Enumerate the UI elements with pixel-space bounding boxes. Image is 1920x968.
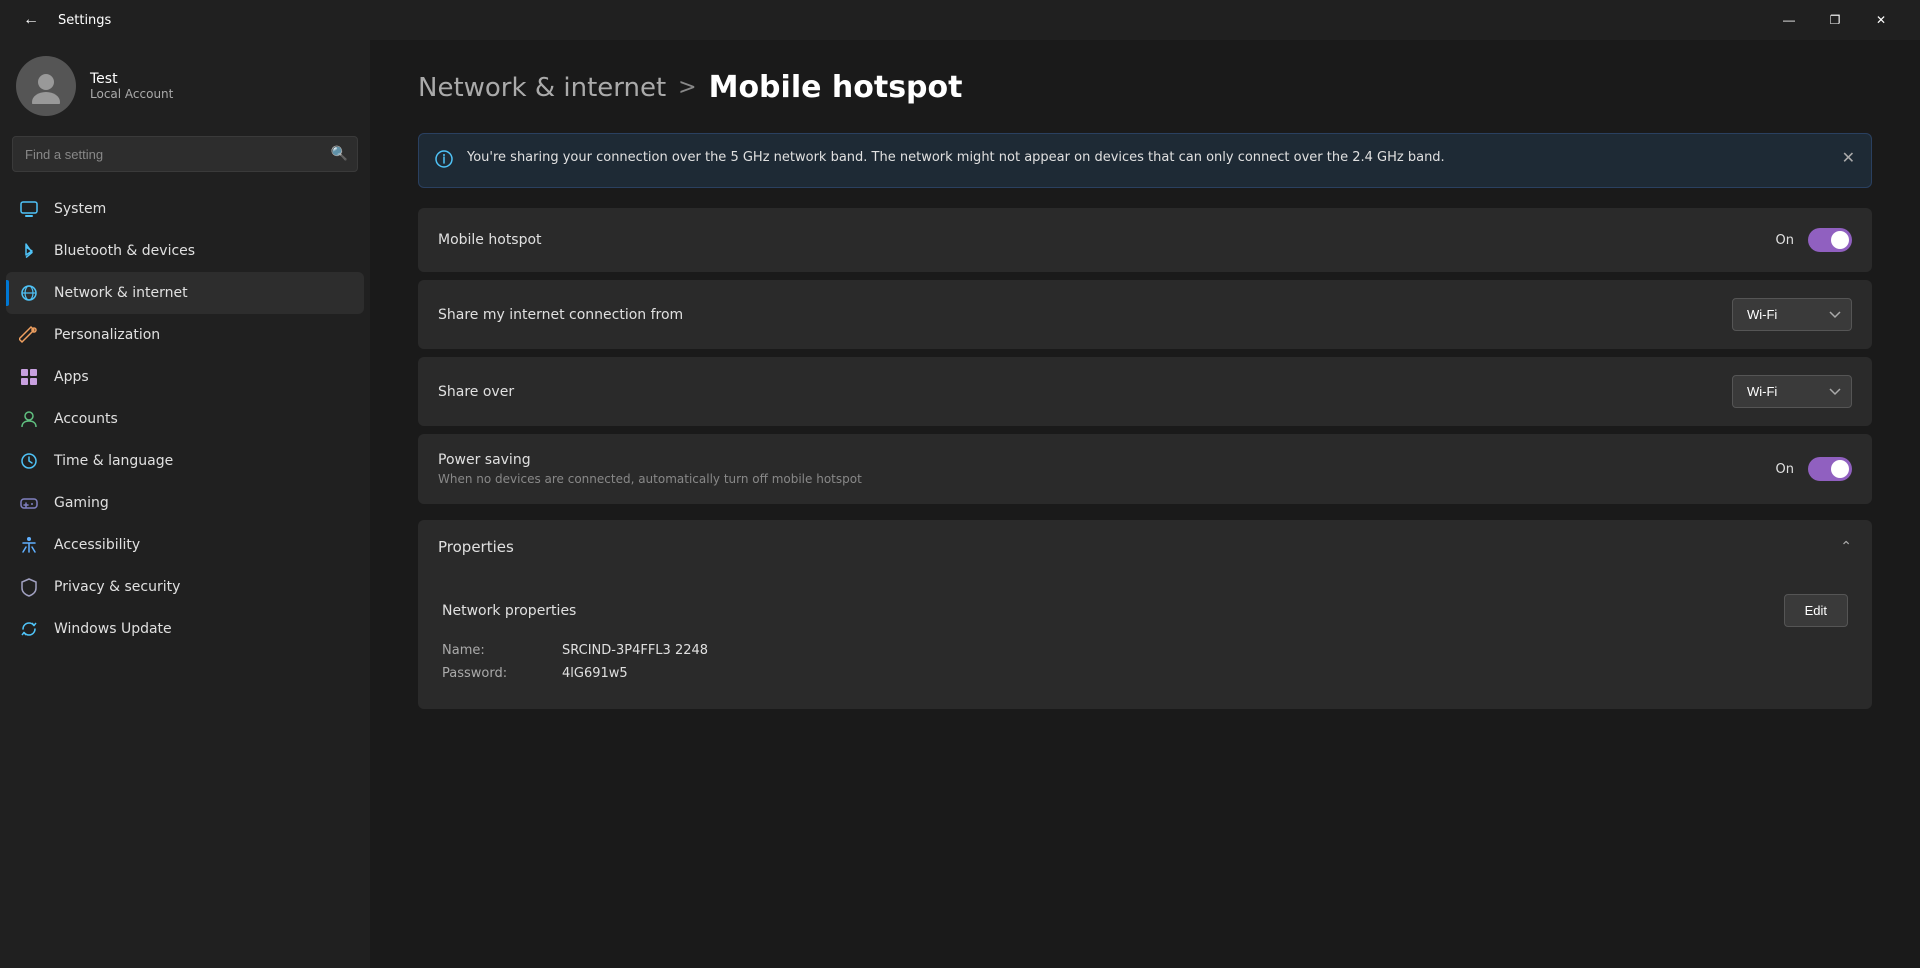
title-bar: ← Settings — ❐ ✕: [0, 0, 1920, 40]
time-icon: [18, 450, 40, 472]
sidebar-label-personalization: Personalization: [54, 327, 160, 343]
power-saving-right: On: [1776, 457, 1852, 481]
sidebar-label-apps: Apps: [54, 369, 89, 385]
share-from-dropdown[interactable]: Wi-Fi Ethernet: [1732, 298, 1852, 331]
title-bar-left: ← Settings: [16, 5, 1766, 35]
sidebar-label-bluetooth: Bluetooth & devices: [54, 243, 195, 259]
breadcrumb: Network & internet > Mobile hotspot: [418, 70, 1872, 105]
sidebar-item-network[interactable]: Network & internet: [6, 272, 364, 314]
password-label: Password:: [442, 666, 562, 681]
power-saving-toggle[interactable]: [1808, 457, 1852, 481]
main-layout: Test Local Account 🔍 System: [0, 40, 1920, 968]
accessibility-icon: [18, 534, 40, 556]
settings-window: ← Settings — ❐ ✕ Test Local Account: [0, 0, 1920, 968]
alert-text: You're sharing your connection over the …: [467, 148, 1445, 168]
power-saving-sub: When no devices are connected, automatic…: [438, 472, 862, 486]
power-saving-label: Power saving: [438, 452, 862, 468]
sidebar-item-system[interactable]: System: [6, 188, 364, 230]
alert-icon: [435, 150, 453, 173]
edit-button[interactable]: Edit: [1784, 594, 1848, 627]
share-from-label: Share my internet connection from: [438, 307, 683, 323]
power-saving-info: Power saving When no devices are connect…: [438, 452, 862, 486]
sidebar: Test Local Account 🔍 System: [0, 40, 370, 968]
user-info: Test Local Account: [90, 71, 173, 101]
name-value: SRCIND-3P4FFL3 2248: [562, 643, 708, 658]
minimize-button[interactable]: —: [1766, 4, 1812, 36]
share-from-right: Wi-Fi Ethernet: [1732, 298, 1852, 331]
network-properties-label: Network properties: [442, 603, 576, 619]
system-icon: [18, 198, 40, 220]
sidebar-item-accounts[interactable]: Accounts: [6, 398, 364, 440]
share-over-label: Share over: [438, 384, 514, 400]
properties-content: Network properties Edit Name: SRCIND-3P4…: [418, 574, 1872, 709]
sidebar-label-gaming: Gaming: [54, 495, 109, 511]
sidebar-label-update: Windows Update: [54, 621, 172, 637]
bluetooth-icon: [18, 240, 40, 262]
user-section[interactable]: Test Local Account: [0, 40, 370, 136]
avatar: [16, 56, 76, 116]
content-area: Network & internet > Mobile hotspot You'…: [370, 40, 1920, 968]
power-saving-row: Power saving When no devices are connect…: [418, 434, 1872, 504]
window-controls: — ❐ ✕: [1766, 4, 1904, 36]
properties-title: Properties: [438, 538, 514, 556]
sidebar-label-privacy: Privacy & security: [54, 579, 180, 595]
sidebar-item-bluetooth[interactable]: Bluetooth & devices: [6, 230, 364, 272]
sidebar-label-time: Time & language: [54, 453, 173, 469]
update-icon: [18, 618, 40, 640]
accounts-icon: [18, 408, 40, 430]
sidebar-label-network: Network & internet: [54, 285, 188, 301]
power-saving-state: On: [1776, 462, 1794, 477]
app-title: Settings: [58, 13, 111, 28]
sidebar-label-system: System: [54, 201, 106, 217]
name-prop-row: Name: SRCIND-3P4FFL3 2248: [442, 643, 1848, 658]
share-over-row: Share over Wi-Fi Bluetooth: [418, 357, 1872, 426]
nav-list: System Bluetooth & devices: [0, 188, 370, 952]
mobile-hotspot-toggle[interactable]: [1808, 228, 1852, 252]
back-button[interactable]: ←: [16, 5, 46, 35]
sidebar-item-accessibility[interactable]: Accessibility: [6, 524, 364, 566]
user-name: Test: [90, 71, 173, 87]
gaming-icon: [18, 492, 40, 514]
alert-banner: You're sharing your connection over the …: [418, 133, 1872, 188]
network-props-row: Network properties Edit: [442, 594, 1848, 627]
mobile-hotspot-row: Mobile hotspot On: [418, 208, 1872, 272]
page-title: Mobile hotspot: [709, 70, 963, 105]
search-icon: 🔍: [331, 146, 348, 162]
sidebar-item-gaming[interactable]: Gaming: [6, 482, 364, 524]
sidebar-item-apps[interactable]: Apps: [6, 356, 364, 398]
sidebar-label-accessibility: Accessibility: [54, 537, 140, 553]
sidebar-label-accounts: Accounts: [54, 411, 118, 427]
close-button[interactable]: ✕: [1858, 4, 1904, 36]
maximize-button[interactable]: ❐: [1812, 4, 1858, 36]
share-over-right: Wi-Fi Bluetooth: [1732, 375, 1852, 408]
share-over-dropdown[interactable]: Wi-Fi Bluetooth: [1732, 375, 1852, 408]
user-account-type: Local Account: [90, 87, 173, 101]
sidebar-item-update[interactable]: Windows Update: [6, 608, 364, 650]
name-label: Name:: [442, 643, 562, 658]
mobile-hotspot-state: On: [1776, 233, 1794, 248]
password-prop-row: Password: 4lG691w5: [442, 666, 1848, 681]
mobile-hotspot-label: Mobile hotspot: [438, 232, 542, 248]
sidebar-item-time[interactable]: Time & language: [6, 440, 364, 482]
mobile-hotspot-right: On: [1776, 228, 1852, 252]
chevron-up-icon: ⌃: [1840, 539, 1852, 555]
search-input[interactable]: [12, 136, 358, 172]
network-icon: [18, 282, 40, 304]
properties-header[interactable]: Properties ⌃: [418, 520, 1872, 574]
personalization-icon: [18, 324, 40, 346]
breadcrumb-separator: >: [678, 75, 696, 100]
privacy-icon: [18, 576, 40, 598]
alert-close-button[interactable]: ✕: [1838, 144, 1859, 172]
breadcrumb-parent[interactable]: Network & internet: [418, 73, 666, 103]
share-from-row: Share my internet connection from Wi-Fi …: [418, 280, 1872, 349]
search-box: 🔍: [12, 136, 358, 172]
sidebar-item-personalization[interactable]: Personalization: [6, 314, 364, 356]
sidebar-item-privacy[interactable]: Privacy & security: [6, 566, 364, 608]
password-value: 4lG691w5: [562, 666, 628, 681]
apps-icon: [18, 366, 40, 388]
